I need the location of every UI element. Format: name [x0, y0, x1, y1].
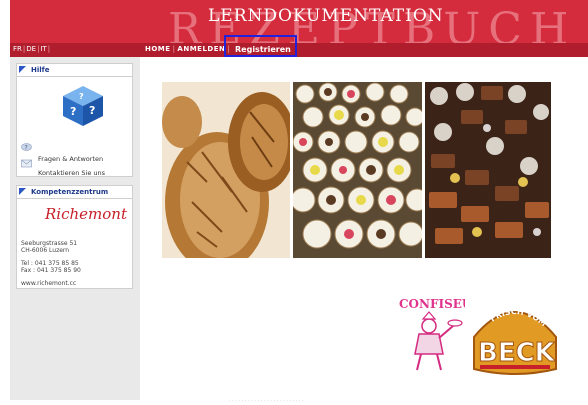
svg-text:?: ?: [89, 104, 95, 117]
confiseur-text: CONFISEUR: [399, 297, 465, 311]
frisch-vom-beck-logo: FRISCH VOM BECK: [473, 307, 557, 375]
kompetenz-title: Kompetenzzentrum: [31, 188, 109, 196]
help-cube-icon[interactable]: ? ? ?: [61, 84, 105, 128]
lang-it-link[interactable]: IT: [39, 45, 47, 53]
footer-blurred-text: · · · · · · · · · · · · · · · · · · · · …: [229, 398, 304, 404]
svg-text:?: ?: [79, 92, 84, 101]
mail-icon: [21, 159, 32, 168]
website-link[interactable]: www.richemont.cc: [21, 280, 76, 287]
sidebar: Hilfe ? ? ? ? Fragen & Antworten Kontakt…: [10, 57, 140, 400]
main-nav: HOME | ANMELDEN |: [145, 45, 231, 53]
lang-fr-link[interactable]: FR: [12, 45, 23, 53]
faq-link[interactable]: Fragen & Antworten: [38, 155, 103, 163]
nav-anmelden-link[interactable]: ANMELDEN: [177, 45, 225, 53]
hilfe-header: Hilfe: [17, 64, 132, 77]
nav-home-link[interactable]: HOME: [145, 45, 171, 53]
svg-text:?: ?: [25, 145, 28, 152]
nav-registrieren-link[interactable]: Registrieren: [235, 45, 291, 54]
language-switcher: FR|DE|IT|: [12, 45, 51, 53]
fax-text: Fax : 041 375 85 90: [21, 267, 81, 274]
address-city: CH-6006 Luzern: [21, 247, 70, 254]
navigation-bar: FR|DE|IT| HOME | ANMELDEN |: [10, 43, 588, 57]
contact-link[interactable]: Kontaktieren Sie uns: [38, 169, 105, 177]
svg-text:?: ?: [70, 105, 76, 118]
confiseur-logo: CONFISEUR: [399, 297, 465, 371]
tel-text: Tel : 041 375 85 85: [21, 260, 79, 267]
kompetenz-header: Kompetenzzentrum: [17, 186, 132, 199]
address-street: Seeburgstrasse 51: [21, 240, 78, 247]
hilfe-title: Hilfe: [31, 66, 50, 74]
pastries-photo: [293, 82, 422, 258]
page-title: LERNDOKUMENTATION: [208, 6, 444, 26]
faq-icon: ?: [21, 143, 32, 152]
hilfe-box: Hilfe ? ? ? ? Fragen & Antworten Kontakt…: [16, 63, 133, 177]
kompetenz-triangle-icon: [19, 188, 26, 195]
hilfe-triangle-icon: [19, 66, 26, 73]
kompetenzzentrum-box: Kompetenzzentrum Richemont Seeburgstrass…: [16, 185, 133, 289]
lang-de-link[interactable]: DE: [25, 45, 37, 53]
beck-text: BECK: [478, 338, 556, 368]
bread-photo: [162, 82, 290, 258]
chocolates-photo: [425, 82, 551, 258]
richemont-logo: Richemont: [45, 205, 127, 223]
